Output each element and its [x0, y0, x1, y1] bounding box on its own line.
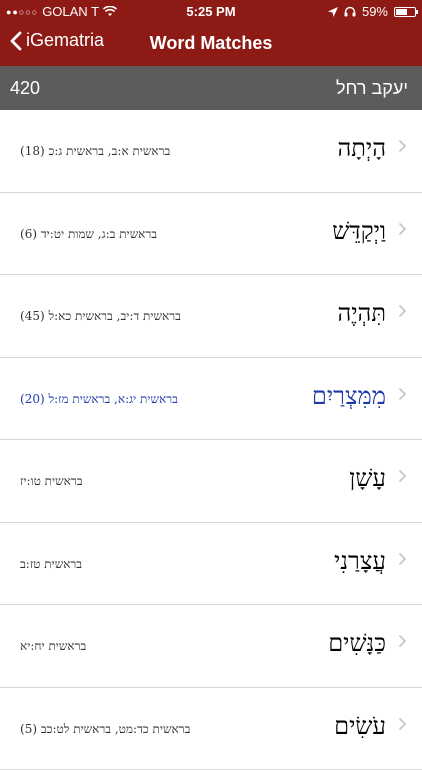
match-word: עֲצָרַנִי: [334, 547, 386, 576]
match-word: הָיְתָה: [337, 134, 386, 163]
match-references: בראשית יח:יא: [20, 639, 86, 654]
list-item[interactable]: מִמִּצְרַיִם בראשית יג:א, בראשית מז:ל (2…: [0, 358, 422, 441]
status-bar: ●●○○○ GOLAN T 5:25 PM 59%: [0, 0, 422, 22]
list-item[interactable]: עֲצָרַנִי בראשית טז:ב: [0, 523, 422, 606]
page-title: Word Matches: [0, 33, 422, 54]
match-references: בראשית טו:יז: [20, 474, 83, 489]
gematria-value: 420: [10, 78, 40, 99]
navigation-bar: iGematria Word Matches: [0, 22, 422, 66]
list-item[interactable]: עֹשִׂים בראשית כד:מט, בראשית לט:כב (5): [0, 688, 422, 770]
word-match-list: הָיְתָה בראשית א:ב, בראשית ג:כ (18) וַיְ…: [0, 110, 422, 770]
list-item[interactable]: הָיְתָה בראשית א:ב, בראשית ג:כ (18): [0, 110, 422, 193]
chevron-right-icon: [394, 466, 412, 486]
top-bar: ●●○○○ GOLAN T 5:25 PM 59%: [0, 0, 422, 66]
match-word: כַּנָּשִׁים: [328, 629, 386, 658]
match-word: מִמִּצְרַיִם: [312, 382, 386, 411]
chevron-right-icon: [394, 301, 412, 321]
list-item[interactable]: וַיְקַדֵּשׁ בראשית ב:ג, שמות יט:יד (6): [0, 193, 422, 276]
match-references: בראשית א:ב, בראשית ג:כ (18): [20, 144, 170, 159]
list-item[interactable]: עָשָׁן בראשית טו:יז: [0, 440, 422, 523]
match-references: בראשית ד:יב, בראשית כא:ל (45): [20, 309, 181, 324]
headphones-icon: [344, 6, 356, 17]
battery-fill: [396, 9, 407, 15]
list-item[interactable]: תִּהְיֶה בראשית ד:יב, בראשית כא:ל (45): [0, 275, 422, 358]
match-references: בראשית ב:ג, שמות יט:יד (6): [20, 227, 157, 242]
match-word: עֹשִׂים: [334, 712, 386, 741]
battery-percent: 59%: [362, 4, 388, 19]
match-references: בראשית כד:מט, בראשית לט:כב (5): [20, 722, 190, 737]
query-header: 420 יעקב רחל: [0, 66, 422, 110]
battery-icon: [394, 7, 416, 17]
match-word: וַיְקַדֵּשׁ: [332, 217, 386, 246]
list-item[interactable]: כַּנָּשִׁים בראשית יח:יא: [0, 605, 422, 688]
chevron-right-icon: [394, 219, 412, 239]
chevron-right-icon: [394, 136, 412, 156]
match-references: בראשית טז:ב: [20, 557, 82, 572]
chevron-right-icon: [394, 631, 412, 651]
chevron-right-icon: [394, 714, 412, 734]
match-word: עָשָׁן: [349, 464, 386, 493]
chevron-right-icon: [394, 384, 412, 404]
query-words: יעקב רחל: [336, 78, 408, 99]
match-word: תִּהְיֶה: [337, 299, 386, 328]
chevron-right-icon: [394, 549, 412, 569]
match-references: בראשית יג:א, בראשית מז:ל (20): [20, 392, 178, 407]
location-arrow-icon: [328, 7, 338, 17]
